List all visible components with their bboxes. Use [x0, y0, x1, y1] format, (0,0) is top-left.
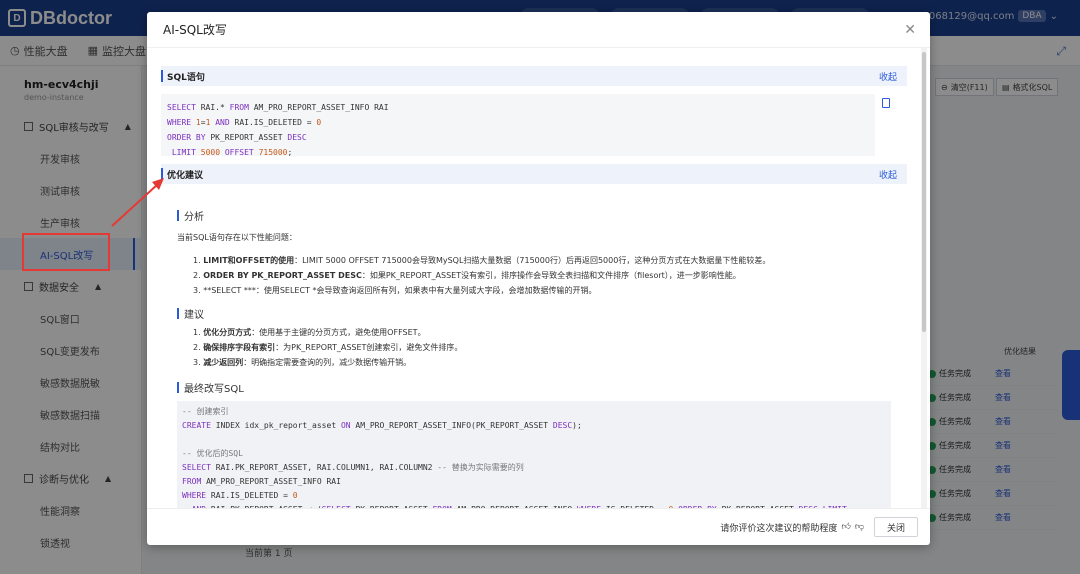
suggest-heading: 建议: [177, 306, 204, 321]
list-item: 2. ORDER BY PK_REPORT_ASSET DESC：如果PK_RE…: [193, 271, 741, 280]
list-item: 1. 优化分页方式：使用基于主键的分页方式，避免使用OFFSET。: [193, 328, 426, 337]
feedback-text: 请你评价这次建议的帮助程度: [720, 523, 838, 534]
dialog-footer: 请你评价这次建议的帮助程度 👍︎ 👎︎ 关闭: [147, 508, 930, 545]
list-item: 3. 减少返回列：明确指定需要查询的列，减少数据传输开销。: [193, 358, 412, 367]
copy-icon[interactable]: [882, 98, 890, 108]
code-line: -- 创建索引: [182, 407, 229, 416]
code-line: -- 优化后的SQL: [182, 449, 243, 458]
collapse-toggle[interactable]: 收起: [879, 70, 897, 83]
close-icon[interactable]: ✕: [904, 22, 916, 38]
close-button[interactable]: 关闭: [873, 517, 918, 537]
code-line: FROM AM_PRO_REPORT_ASSET_INFO RAI: [182, 477, 341, 486]
code-line: WHERE RAI.IS_DELETED = 0: [182, 491, 298, 500]
code-line: CREATE INDEX idx_pk_report_asset ON AM_P…: [182, 421, 582, 430]
section-title: SQL语句: [167, 72, 205, 83]
suggest-list: 1. 优化分页方式：使用基于主键的分页方式，避免使用OFFSET。 2. 确保排…: [193, 325, 462, 370]
list-item: 3. **SELECT ***：使用SELECT *会导致查询返回所有列，如果表…: [193, 286, 597, 295]
final-sql-heading: 最终改写SQL: [177, 380, 244, 395]
code-line: SELECT RAI.PK_REPORT_ASSET, RAI.COLUMN1,…: [182, 463, 524, 472]
sql-code-block: SELECT RAI.* FROM AM_PRO_REPORT_ASSET_IN…: [161, 94, 875, 157]
ai-sql-rewrite-dialog: AI-SQL改写 ✕ SQL语句 收起 SELECT RAI.* FROM AM…: [147, 12, 930, 545]
section-title: 优化建议: [167, 170, 204, 181]
sql-line: LIMIT 5000 OFFSET 715000;: [171, 148, 293, 157]
thumbs-down-icon[interactable]: 👎︎: [855, 522, 864, 532]
final-sql-code: -- 创建索引 CREATE INDEX idx_pk_report_asset …: [177, 401, 891, 508]
scrollbar-thumb[interactable]: [922, 52, 926, 332]
sql-line: SELECT RAI.* FROM AM_PRO_REPORT_ASSET_IN…: [167, 103, 389, 112]
thumbs-up-icon[interactable]: 👍︎: [841, 522, 850, 532]
advice-section-header: 优化建议 收起: [161, 164, 907, 184]
analysis-list: 1. LIMIT和OFFSET的使用：LIMIT 5000 OFFSET 715…: [193, 253, 770, 298]
feedback-area: 请你评价这次建议的帮助程度 👍︎ 👎︎: [720, 521, 864, 534]
dialog-body: SQL语句 收起 SELECT RAI.* FROM AM_PRO_REPORT…: [147, 48, 930, 508]
collapse-toggle[interactable]: 收起: [879, 168, 897, 181]
list-item: 1. LIMIT和OFFSET的使用：LIMIT 5000 OFFSET 715…: [193, 256, 771, 265]
annotation-highlight-box: [22, 233, 110, 271]
sql-line: WHERE 1=1 AND RAI.IS_DELETED = 0: [167, 118, 322, 127]
list-item: 2. 确保排序字段有索引：为PK_REPORT_ASSET创建索引，避免文件排序…: [193, 343, 463, 352]
sql-line: ORDER BY PK_REPORT_ASSET DESC: [167, 133, 307, 142]
analysis-intro: 当前SQL语句存在以下性能问题：: [177, 233, 297, 242]
analysis-heading: 分析: [177, 208, 204, 223]
sql-section-header: SQL语句 收起: [161, 66, 907, 86]
dialog-title: AI-SQL改写: [147, 12, 930, 48]
